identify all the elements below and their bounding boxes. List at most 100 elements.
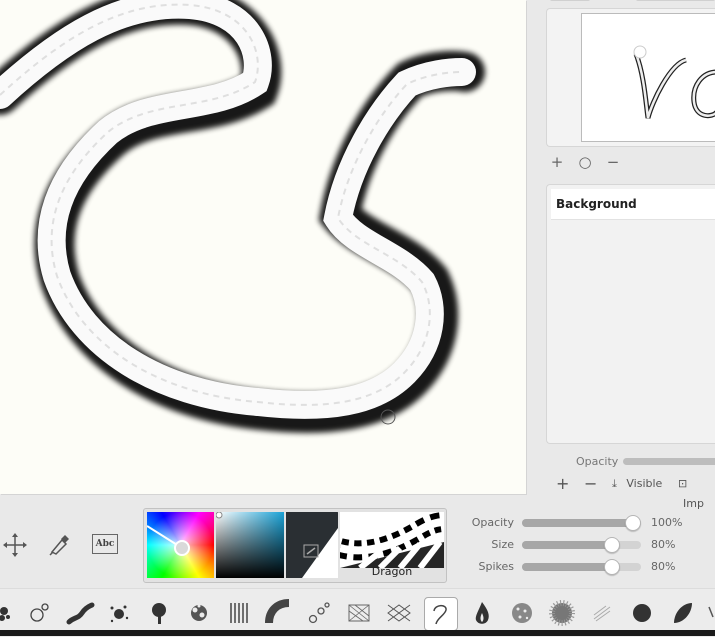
size-slider[interactable]: [522, 541, 641, 549]
ink-blot-brush-icon: [633, 604, 651, 622]
import-icon: ⊡: [678, 477, 688, 490]
zoom-in-button[interactable]: +: [548, 152, 566, 172]
eyedropper-icon: [49, 535, 69, 556]
navigator-panel: [546, 8, 715, 147]
sponge-brush-icon: [512, 603, 532, 623]
color-brush-box: Dragon: [143, 508, 447, 583]
taskbar-edge: [0, 630, 715, 636]
layer-controls: + − ⤓ Visible ⊡ Imp: [546, 474, 715, 510]
bubbles-brush[interactable]: [24, 597, 56, 629]
layer-name: Background: [556, 197, 637, 211]
zoom-out-button[interactable]: −: [604, 152, 622, 172]
stroke-brush-icon: [66, 602, 95, 625]
flame-brush[interactable]: [466, 597, 498, 629]
scatter-brush-icon: [191, 604, 207, 621]
layer-opacity-row: Opacity: [546, 452, 715, 470]
spikes-fill: [522, 563, 618, 571]
ink-blot-brush[interactable]: [626, 597, 658, 629]
dragon-brush[interactable]: [424, 597, 458, 631]
layer-row[interactable]: Background: [551, 189, 715, 220]
visible-toggle[interactable]: ⤓ Visible: [612, 474, 662, 494]
spikes-label: Spikes: [478, 560, 515, 573]
tool-row: Abc: [0, 528, 130, 564]
sv-marker: [216, 512, 223, 519]
mixer-swatch: [286, 512, 338, 578]
zoom-reset-button[interactable]: ○: [576, 152, 594, 172]
fan-brush-icon: [265, 599, 290, 624]
color-mixer[interactable]: [286, 512, 338, 578]
scatter-brush[interactable]: [183, 597, 215, 629]
brush-preview-stroke: [340, 512, 444, 568]
layer-opacity-slider[interactable]: [623, 458, 715, 465]
opacity-knob[interactable]: [625, 515, 641, 531]
navigator-controls: + ○ −: [548, 152, 628, 172]
lines-brush-icon: [230, 603, 248, 623]
visible-label: Visible: [626, 477, 663, 490]
noise-brush[interactable]: [546, 597, 578, 629]
opacity-slider[interactable]: [522, 519, 641, 527]
noise-brush-icon: [549, 600, 575, 626]
hue-picker: [147, 525, 190, 556]
navigator-preview[interactable]: [581, 13, 715, 142]
more-brush[interactable]: [705, 597, 715, 629]
bubbles-brush-icon: [30, 603, 49, 622]
opacity-fill: [522, 519, 641, 527]
opacity-slider-row: Opacity 100%: [466, 514, 715, 532]
text-tool-icon: Abc: [92, 534, 118, 554]
navigator-thumbnail: [633, 45, 715, 119]
brush-name: Dragon: [371, 565, 413, 578]
blob-brush[interactable]: [0, 597, 24, 629]
flame-brush-icon: [475, 602, 489, 624]
move-tool[interactable]: [0, 528, 30, 560]
chain-brush-icon: [308, 602, 330, 624]
drawing-canvas[interactable]: [0, 0, 526, 494]
download-icon: ⤓: [612, 477, 617, 490]
size-slider-row: Size 80%: [466, 536, 715, 554]
import-button[interactable]: ⊡ Imp: [678, 474, 715, 514]
opacity-value: 100%: [651, 516, 683, 529]
dragon-brush-icon: [433, 604, 447, 625]
canvas-artwork: [0, 0, 485, 433]
right-panel: + ○ − Background Opacity + − ⤓ Visible ⊡…: [546, 0, 715, 510]
stroke-brush[interactable]: [64, 597, 96, 629]
brush-settings: Opacity 100% Size 80% Spikes 80%: [466, 514, 715, 576]
add-layer-button[interactable]: +: [556, 474, 569, 494]
size-value: 80%: [651, 538, 676, 551]
layer-opacity-label: Opacity: [576, 455, 619, 468]
leaf-brush-icon: [674, 603, 692, 623]
stroke-body: [0, 0, 476, 419]
sponge-brush[interactable]: [506, 597, 538, 629]
splatter-brush[interactable]: [103, 597, 135, 629]
spikes-slider-row: Spikes 80%: [466, 558, 715, 576]
brush-preview[interactable]: [340, 512, 444, 568]
cross-hatch-brush-icon: [387, 604, 411, 622]
top-strip: [546, 0, 715, 2]
remove-layer-button[interactable]: −: [584, 474, 597, 494]
spikes-slider[interactable]: [522, 563, 641, 571]
more-brush-icon: [708, 606, 714, 618]
cross-hatch-brush[interactable]: [383, 597, 415, 629]
hue-wheel[interactable]: [147, 512, 214, 578]
eyedropper-tool[interactable]: [44, 528, 74, 560]
hatch-brush[interactable]: [343, 597, 375, 629]
import-label: Imp: [683, 497, 704, 510]
chain-brush[interactable]: [303, 597, 335, 629]
hatch-brush-icon: [348, 604, 370, 622]
text-tool[interactable]: Abc: [90, 528, 120, 560]
size-label: Size: [491, 538, 514, 551]
size-fill: [522, 541, 618, 549]
spikes-knob[interactable]: [604, 559, 620, 575]
sketch-brush-icon: [593, 605, 611, 622]
opacity-label: Opacity: [471, 516, 514, 529]
splatter-brush-icon: [110, 605, 129, 623]
spikes-value: 80%: [651, 560, 676, 573]
layers-panel: Background: [546, 184, 715, 444]
size-knob[interactable]: [604, 537, 620, 553]
leaf-brush[interactable]: [666, 597, 698, 629]
saturation-value-picker[interactable]: [216, 512, 284, 578]
fan-brush[interactable]: [263, 597, 295, 629]
lines-brush[interactable]: [223, 597, 255, 629]
sketch-brush[interactable]: [586, 597, 618, 629]
drip-brush-icon: [152, 603, 166, 624]
drip-brush[interactable]: [143, 597, 175, 629]
